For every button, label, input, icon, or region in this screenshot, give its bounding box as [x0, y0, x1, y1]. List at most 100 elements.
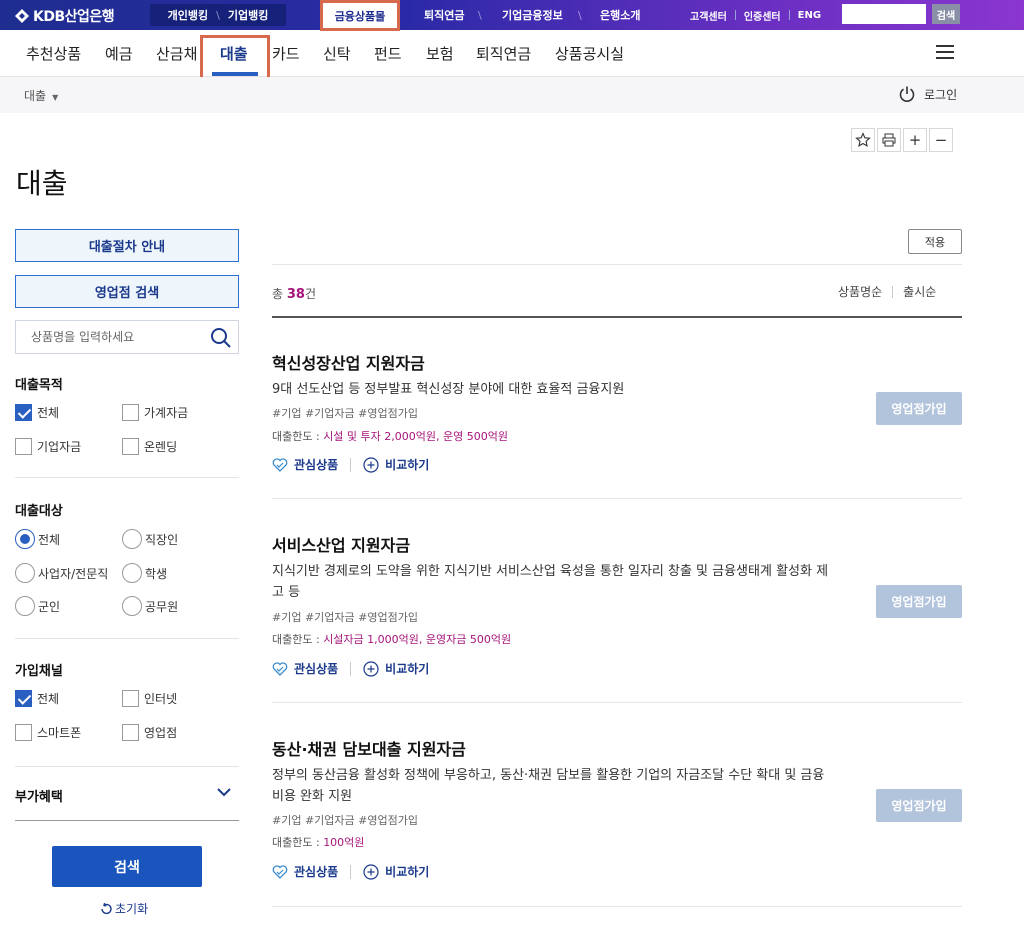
limit-value: 100억원	[323, 836, 365, 849]
heart-icon	[272, 457, 288, 472]
nav-item-bond[interactable]: 산금채	[156, 43, 197, 64]
zoom-in-icon[interactable]: +	[903, 128, 927, 152]
divider	[272, 498, 962, 499]
product-actions: 관심상품 비교하기	[272, 660, 429, 677]
divider	[15, 766, 239, 767]
top-utility-links: 고객센터 인증센터 ENG	[690, 0, 821, 30]
divider	[350, 457, 352, 472]
menu-icon[interactable]	[936, 45, 954, 59]
option-label: 전체	[37, 406, 60, 420]
purpose-corporate-checkbox[interactable]: 기업자금	[15, 438, 81, 455]
target-student-radio[interactable]: 학생	[122, 563, 167, 583]
branch-join-button[interactable]: 영업점가입	[876, 789, 962, 822]
top-search-input[interactable]	[842, 4, 926, 24]
top-menu-product-mall[interactable]: 금융상품몰	[322, 2, 398, 30]
compare-button[interactable]: 비교하기	[385, 863, 429, 880]
checkbox	[122, 690, 139, 707]
reset-label: 초기화	[115, 902, 149, 916]
channel-smartphone-checkbox[interactable]: 스마트폰	[15, 724, 81, 741]
divider	[272, 702, 962, 703]
compare-button[interactable]: 비교하기	[385, 456, 429, 473]
channel-all-checkbox[interactable]: 전체	[15, 690, 59, 707]
total-suffix: 건	[304, 287, 317, 301]
nav-item-deposit[interactable]: 예금	[105, 43, 133, 64]
option-label: 군인	[38, 599, 61, 614]
nav-item-card[interactable]: 카드	[272, 43, 300, 64]
product-search-input[interactable]	[16, 321, 206, 353]
print-icon[interactable]	[877, 128, 901, 152]
apply-button[interactable]: 적용	[908, 229, 962, 254]
star-icon[interactable]	[851, 128, 875, 152]
top-search-button[interactable]: 검색	[932, 4, 960, 24]
separator: \	[216, 8, 220, 22]
nav-item-insurance[interactable]: 보험	[426, 43, 454, 64]
corporate-banking-link[interactable]: 기업뱅킹	[228, 7, 268, 23]
login-button[interactable]: 로그인	[898, 85, 957, 103]
plus-circle-icon	[363, 660, 379, 677]
favorite-button[interactable]: 관심상품	[294, 456, 338, 473]
top-menu-corp-finance[interactable]: 기업금융정보	[502, 0, 563, 30]
cert-center-link[interactable]: 인증센터	[744, 8, 781, 23]
purpose-household-checkbox[interactable]: 가계자금	[122, 404, 188, 421]
branch-search-button[interactable]: 영업점 검색	[15, 275, 239, 308]
limit-label: 대출한도 :	[272, 633, 320, 646]
filter-search-button[interactable]: 검색	[52, 846, 202, 887]
personal-banking-link[interactable]: 개인뱅킹	[168, 7, 208, 23]
product-title[interactable]: 동산·채권 담보대출 지원자금	[272, 736, 466, 760]
divider	[350, 864, 352, 879]
option-label: 직장인	[145, 532, 179, 547]
nav-item-recommended[interactable]: 추천상품	[26, 43, 81, 64]
purpose-onlending-checkbox[interactable]: 온렌딩	[122, 438, 177, 455]
purpose-heading: 대출목적	[15, 378, 63, 393]
caret-down-icon: ▼	[52, 93, 59, 102]
nav-item-fund[interactable]: 펀드	[374, 43, 402, 64]
channel-internet-checkbox[interactable]: 인터넷	[122, 690, 177, 707]
breadcrumb-current: 대출	[24, 89, 47, 103]
target-soldier-radio[interactable]: 군인	[15, 596, 60, 616]
eng-link[interactable]: ENG	[798, 10, 821, 21]
target-civil-servant-radio[interactable]: 공무원	[122, 596, 178, 616]
customer-center-link[interactable]: 고객센터	[690, 8, 727, 23]
active-tab-underline	[212, 72, 258, 76]
benefit-heading[interactable]: 부가혜택	[15, 786, 63, 805]
compare-button[interactable]: 비교하기	[385, 660, 429, 677]
favorite-button[interactable]: 관심상품	[294, 660, 338, 677]
sort-by-name[interactable]: 상품명순	[838, 283, 882, 300]
reset-button[interactable]: 초기화	[99, 900, 148, 917]
top-menu-pension[interactable]: 퇴직연금	[424, 0, 464, 30]
kdb-logo[interactable]: KDB산업은행	[14, 6, 115, 26]
product-title[interactable]: 혁신성장산업 지원자금	[272, 350, 425, 374]
target-employee-radio[interactable]: 직장인	[122, 529, 178, 549]
option-label: 학생	[145, 566, 168, 581]
checkbox	[122, 724, 139, 741]
sort-by-release[interactable]: 출시순	[903, 283, 936, 300]
search-icon[interactable]	[210, 327, 232, 349]
nav-item-loan[interactable]: 대출	[220, 43, 248, 64]
nav-item-disclosure[interactable]: 상품공시실	[555, 43, 624, 64]
divider	[734, 10, 736, 20]
target-heading: 대출대상	[15, 504, 63, 519]
favorite-button[interactable]: 관심상품	[294, 863, 338, 880]
checkbox-checked	[15, 404, 32, 421]
radio-selected	[15, 529, 35, 549]
total-prefix: 총	[272, 287, 284, 301]
top-menu-about[interactable]: 은행소개	[600, 0, 640, 30]
zoom-out-icon[interactable]: −	[929, 128, 953, 152]
target-all-radio[interactable]: 전체	[15, 529, 60, 549]
chevron-down-icon[interactable]	[217, 787, 231, 797]
branch-join-button[interactable]: 영업점가입	[876, 392, 962, 425]
product-actions: 관심상품 비교하기	[272, 456, 429, 473]
product-title[interactable]: 서비스산업 지원자금	[272, 532, 410, 556]
branch-join-button[interactable]: 영업점가입	[876, 585, 962, 618]
refresh-icon	[101, 902, 112, 914]
target-business-radio[interactable]: 사업자/전문직	[15, 563, 108, 583]
checkbox-checked	[15, 690, 32, 707]
nav-item-trust[interactable]: 신탁	[323, 43, 351, 64]
channel-branch-checkbox[interactable]: 영업점	[122, 724, 177, 741]
product-tags: #기업 #기업자금 #영업점가입	[272, 814, 418, 827]
loan-guide-button[interactable]: 대출절차 안내	[15, 229, 239, 262]
option-label: 기업자금	[37, 440, 82, 454]
nav-item-pension[interactable]: 퇴직연금	[476, 43, 531, 64]
purpose-all-checkbox[interactable]: 전체	[15, 404, 59, 421]
breadcrumb[interactable]: 대출 ▼	[24, 87, 58, 104]
